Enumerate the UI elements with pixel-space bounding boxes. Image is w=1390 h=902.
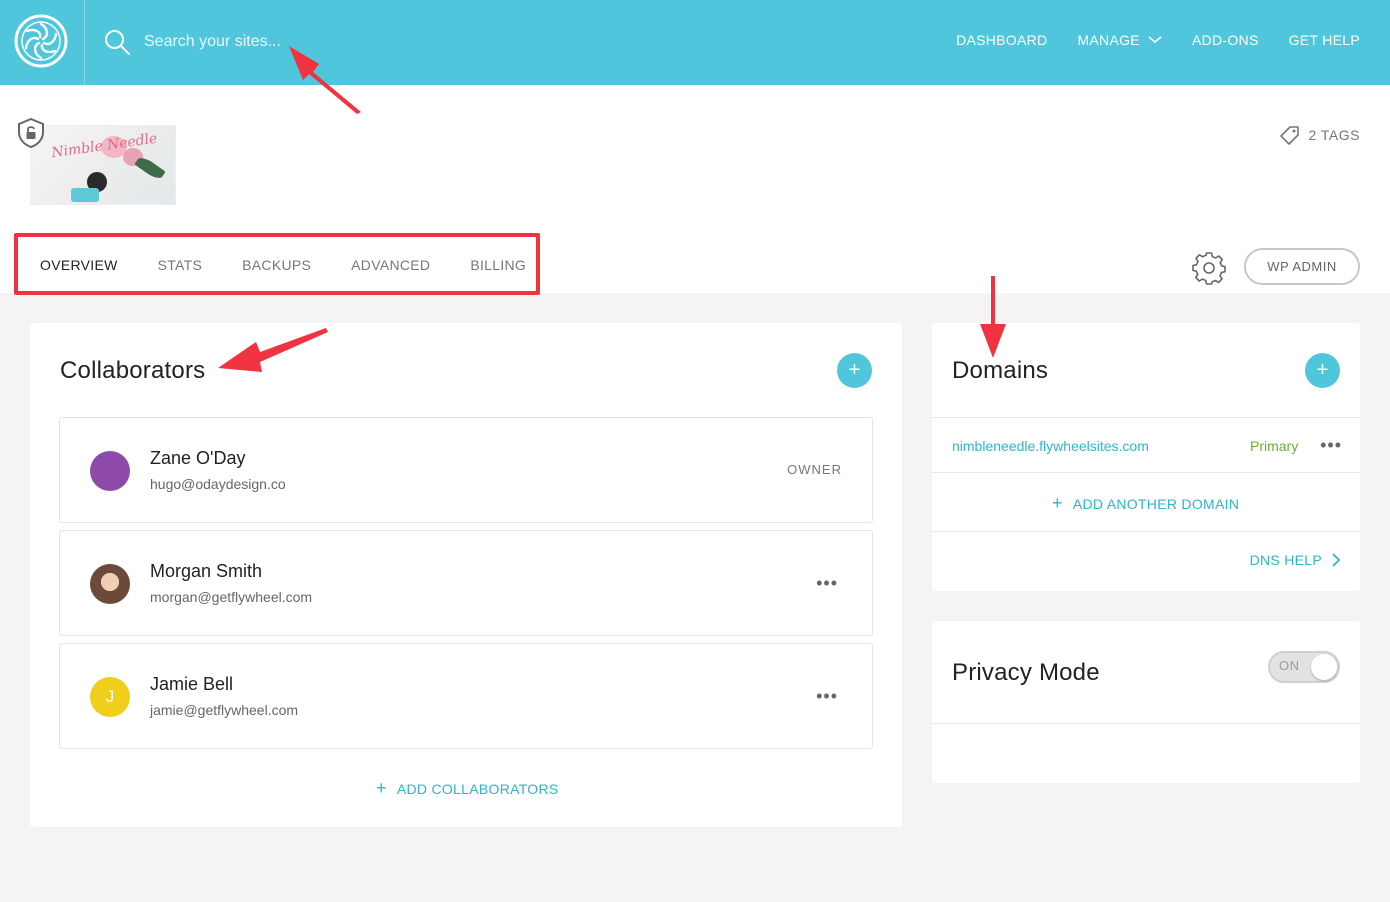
tab-advanced[interactable]: ADVANCED — [351, 257, 430, 273]
avatar — [90, 564, 130, 604]
domain-url-link[interactable]: nimbleneedle.flywheelsites.com — [952, 438, 1149, 454]
search-icon — [105, 30, 130, 55]
add-domain-button[interactable]: + — [1305, 353, 1340, 388]
main-nav: DASHBOARD MANAGE ADD-ONS GET HELP — [956, 32, 1360, 48]
nav-add-ons[interactable]: ADD-ONS — [1192, 32, 1259, 48]
more-options-icon[interactable]: ••• — [816, 573, 838, 594]
privacy-mode-card: Privacy Mode ON — [932, 621, 1360, 783]
tag-icon — [1280, 126, 1300, 145]
collaborator-row[interactable]: Zane O'Day hugo@odaydesign.co OWNER — [59, 417, 873, 523]
tab-overview[interactable]: OVERVIEW — [40, 257, 118, 273]
domain-primary-badge: Primary — [1250, 438, 1299, 454]
dns-help-label: DNS HELP — [1249, 552, 1322, 568]
collaborator-name: Jamie Bell — [150, 674, 234, 694]
top-navigation-bar: DASHBOARD MANAGE ADD-ONS GET HELP — [0, 0, 1390, 85]
collaborator-name: Morgan Smith — [150, 561, 263, 581]
collaborator-email: morgan@getflywheel.com — [150, 589, 313, 605]
toggle-state-label: ON — [1279, 658, 1300, 673]
annotation-arrow-domains — [980, 276, 1006, 358]
collaborator-row[interactable]: Morgan Smith morgan@getflywheel.com ••• — [59, 530, 873, 636]
collaborator-row[interactable]: J Jamie Bell jamie@getflywheel.com ••• — [59, 643, 873, 749]
collaborator-email: jamie@getflywheel.com — [150, 702, 299, 718]
avatar: J — [90, 677, 130, 717]
nav-dashboard[interactable]: DASHBOARD — [956, 32, 1047, 48]
privacy-mode-toggle[interactable]: ON — [1268, 651, 1340, 683]
add-another-domain-link[interactable]: + ADD ANOTHER DOMAIN — [1052, 493, 1239, 514]
thumbnail-leaf-decoration — [134, 154, 166, 182]
add-collaborator-button[interactable]: + — [837, 353, 872, 388]
plus-icon: + — [376, 778, 387, 798]
divider — [932, 472, 1360, 473]
collaborators-card: Collaborators + Zane O'Day hugo@odaydesi… — [30, 323, 902, 827]
domains-title: Domains — [952, 357, 1049, 384]
annotation-arrow-search — [289, 46, 361, 114]
add-collaborators-label: ADD COLLABORATORS — [396, 780, 559, 797]
divider — [932, 531, 1360, 532]
logo-cell — [0, 0, 85, 85]
tab-stats[interactable]: STATS — [158, 257, 203, 273]
divider — [932, 723, 1360, 724]
site-tags[interactable]: 2 TAGS — [1280, 125, 1360, 145]
chevron-down-icon — [1148, 36, 1162, 44]
toggle-knob — [1311, 654, 1337, 680]
gear-icon[interactable] — [1192, 251, 1226, 285]
more-options-icon[interactable]: ••• — [1320, 435, 1342, 456]
nav-get-help[interactable]: GET HELP — [1289, 32, 1360, 48]
collaborator-name: Zane O'Day — [150, 448, 246, 468]
flywheel-logo-icon[interactable] — [14, 14, 68, 68]
collaborators-title: Collaborators — [60, 357, 206, 384]
dns-help-link[interactable]: DNS HELP — [1250, 552, 1340, 568]
chevron-right-icon — [1332, 553, 1340, 567]
privacy-mode-title: Privacy Mode — [952, 659, 1100, 686]
more-options-icon[interactable]: ••• — [816, 686, 838, 707]
nav-manage-label: MANAGE — [1077, 32, 1140, 48]
tab-backups[interactable]: BACKUPS — [242, 257, 311, 273]
add-collaborators-link[interactable]: + ADD COLLABORATORS — [376, 778, 559, 799]
collaborator-role-badge: OWNER — [787, 462, 842, 477]
domains-card: Domains + nimbleneedle.flywheelsites.com… — [932, 323, 1360, 591]
shield-lock-icon[interactable] — [16, 117, 46, 149]
site-header: Nimble Needle 2 TAGS OVERVIEW STATS BACK… — [0, 85, 1390, 295]
annotation-arrow-collaborators — [218, 328, 328, 372]
avatar — [90, 451, 130, 491]
tags-label: 2 TAGS — [1308, 127, 1360, 143]
collaborator-email: hugo@odaydesign.co — [150, 476, 286, 492]
wp-admin-button[interactable]: WP ADMIN — [1244, 248, 1360, 285]
thumbnail-spool-decoration — [71, 188, 99, 202]
divider — [932, 417, 1360, 418]
site-tabs: OVERVIEW STATS BACKUPS ADVANCED BILLING — [40, 257, 526, 273]
site-thumbnail[interactable]: Nimble Needle — [30, 125, 176, 205]
nav-manage[interactable]: MANAGE — [1077, 32, 1162, 48]
plus-icon: + — [1052, 493, 1063, 513]
tab-billing[interactable]: BILLING — [470, 257, 526, 273]
add-another-domain-label: ADD ANOTHER DOMAIN — [1072, 495, 1240, 512]
